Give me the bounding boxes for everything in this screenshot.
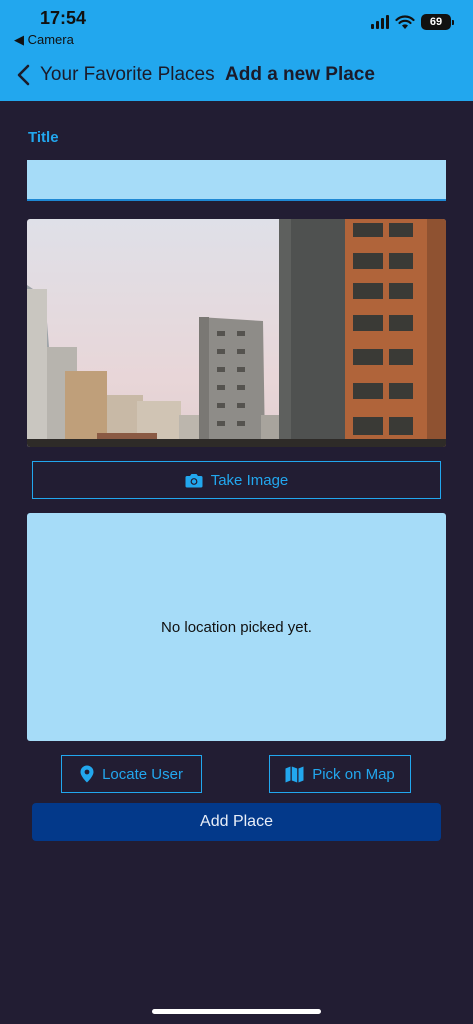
- camera-icon: [185, 473, 203, 487]
- map-icon: [285, 766, 304, 782]
- location-pin-icon: [80, 765, 94, 783]
- back-button-label[interactable]: Your Favorite Places: [40, 64, 215, 86]
- status-time: 17:54: [40, 8, 87, 28]
- no-location-text: No location picked yet.: [161, 618, 312, 636]
- take-image-button[interactable]: Take Image: [32, 461, 441, 499]
- battery-icon: 69: [421, 14, 454, 30]
- chevron-left-icon: [17, 64, 30, 86]
- locate-user-label: Locate User: [102, 765, 183, 783]
- place-photo: [27, 219, 446, 447]
- home-indicator[interactable]: [152, 1009, 321, 1014]
- take-image-label: Take Image: [210, 471, 289, 489]
- pick-on-map-label: Pick on Map: [312, 765, 395, 783]
- back-to-app-link[interactable]: ◀ Camera: [14, 32, 74, 48]
- title-label: Title: [28, 129, 59, 146]
- pick-on-map-button[interactable]: Pick on Map: [269, 755, 411, 793]
- title-input[interactable]: [27, 160, 446, 201]
- wifi-icon: [395, 14, 415, 29]
- page-title: Add a new Place: [225, 64, 375, 85]
- back-button[interactable]: [10, 60, 36, 90]
- location-preview: No location picked yet.: [27, 513, 446, 741]
- cellular-signal-icon: [371, 15, 389, 29]
- add-place-button[interactable]: Add Place: [32, 803, 441, 841]
- locate-user-button[interactable]: Locate User: [61, 755, 202, 793]
- app-header: 17:54 ◀ Camera 69 Your Favorite Places A…: [0, 0, 473, 101]
- status-icons: 69: [371, 14, 454, 30]
